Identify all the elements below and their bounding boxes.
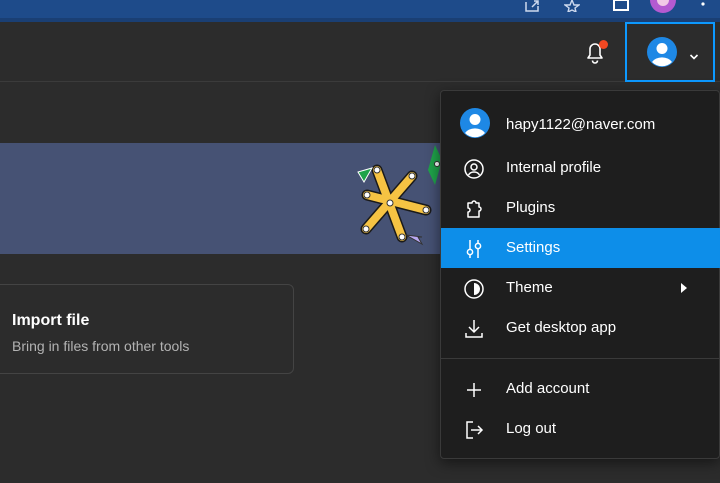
contrast-icon [463,278,485,300]
share-icon[interactable] [524,0,540,14]
menu-item-label: Theme [506,279,553,296]
star-icon[interactable] [562,0,582,14]
import-file-title: Import file [12,312,90,329]
user-circle-icon [463,158,485,180]
browser-toolbar [0,0,720,18]
sliders-icon [463,238,485,260]
app-header [0,22,720,82]
menu-item-label: Internal profile [506,159,602,176]
puzzle-icon [463,198,485,220]
menu-item-log-out[interactable]: Log out [441,409,720,449]
menu-item-add-account[interactable]: Add account [441,369,720,409]
import-file-subtitle: Bring in files from other tools [12,338,190,354]
import-file-card[interactable]: Import file Bring in files from other to… [0,284,294,374]
logout-icon [463,419,485,441]
menu-item-theme[interactable]: Theme [441,268,720,308]
menu-item-get-desktop-app[interactable]: Get desktop app [441,308,720,348]
menu-item-label: Log out [506,420,557,437]
account-info-row: hapy1122@naver.com [441,91,720,153]
plus-icon [463,379,485,401]
account-dropdown-menu: hapy1122@naver.com Internal profile Plug… [440,90,720,459]
menu-item-plugins[interactable]: Plugins [441,188,720,228]
user-avatar-icon [460,108,490,143]
menu-item-internal-profile[interactable]: Internal profile [441,148,720,188]
submenu-arrow-icon [679,281,689,299]
chevron-down-icon [689,48,699,66]
menu-item-settings[interactable]: Settings [441,228,720,268]
user-avatar-icon [647,37,677,72]
menu-item-label: Get desktop app [506,319,617,336]
download-icon [463,318,485,340]
account-menu-button[interactable] [625,22,715,82]
menu-divider [441,358,720,359]
notification-badge [599,40,608,49]
more-icon[interactable] [700,0,706,14]
window-icon[interactable] [613,0,629,14]
profile-icon[interactable] [649,0,677,14]
menu-item-label: Plugins [506,199,556,216]
account-email: hapy1122@naver.com [506,116,656,133]
menu-item-label: Add account [506,380,590,397]
menu-item-label: Settings [506,239,561,256]
